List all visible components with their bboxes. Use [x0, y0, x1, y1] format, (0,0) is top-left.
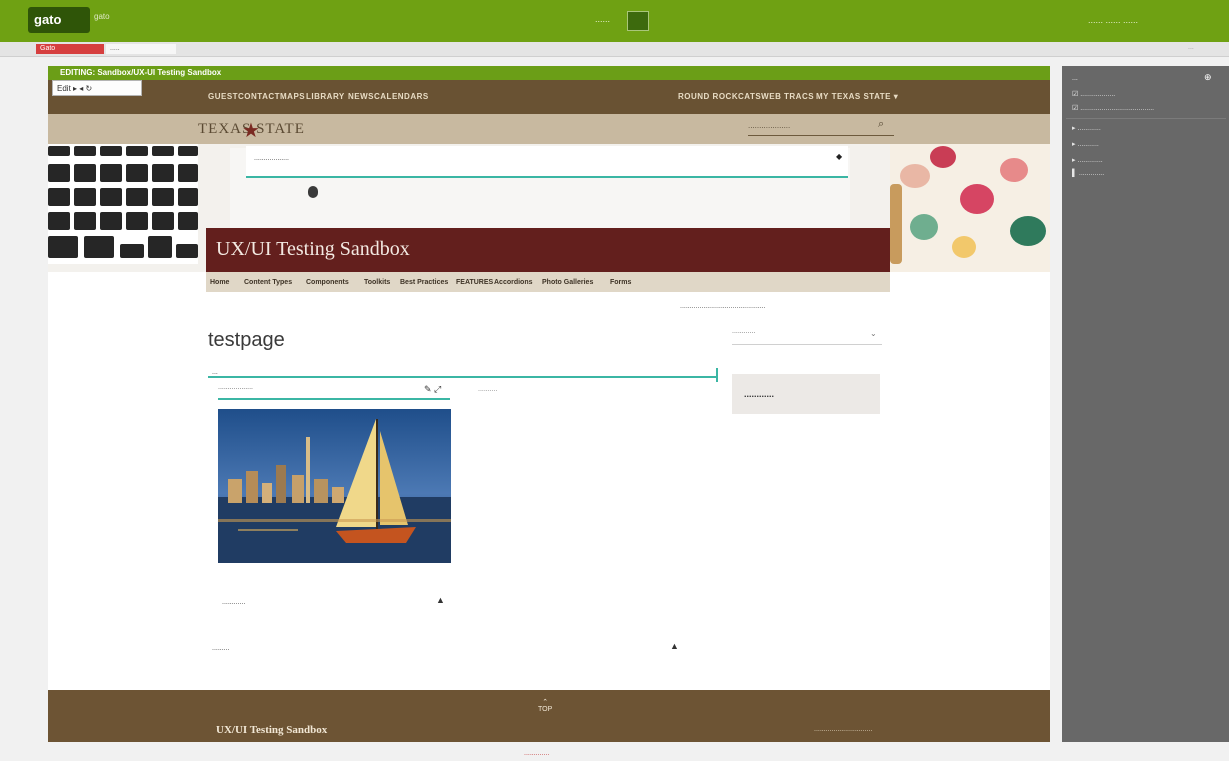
site-title[interactable]: UX/UI Testing Sandbox — [216, 238, 410, 261]
main-nav-item[interactable]: Home — [210, 279, 229, 286]
field-menu-icon[interactable]: ◆ — [836, 152, 842, 161]
area-outline — [208, 376, 718, 378]
tab-strip: Gato ..... ... — [0, 42, 1229, 57]
page-title: testpage — [208, 329, 285, 351]
main-nav-item[interactable]: Components — [306, 279, 349, 286]
footer-links[interactable]: .............................. — [814, 726, 872, 733]
main-nav-item[interactable]: Best Practices — [400, 279, 448, 286]
chevron-up-icon[interactable]: ▲ — [436, 595, 445, 605]
accordion-header[interactable]: ............ — [222, 599, 245, 606]
main-nav-item[interactable]: Forms — [610, 279, 631, 286]
utility-nav-item[interactable]: ROUND ROCK — [678, 92, 738, 101]
panel-item[interactable]: ▸ ............ — [1072, 124, 1101, 132]
utility-nav-item[interactable]: LIBRARY — [306, 92, 345, 101]
edit-controls[interactable]: Edit ▸ ◂ ↻ — [52, 80, 142, 96]
keyboard-image — [48, 144, 198, 264]
apple-logo-icon — [308, 186, 318, 198]
floral-notebook-image — [890, 144, 1050, 272]
panel-item[interactable]: ▸ ........... — [1072, 140, 1099, 148]
back-to-top-link[interactable]: ⌃ TOP — [538, 698, 552, 713]
gato-logo[interactable]: gato — [28, 7, 90, 33]
back-to-top-label: TOP — [538, 706, 553, 713]
app-header: gato gato ...... ...... ...... ...... — [0, 0, 1229, 42]
utility-nav-item[interactable]: MY TEXAS STATE ▾ — [816, 92, 898, 101]
header-user-menu[interactable]: ...... ...... ...... — [1088, 15, 1138, 25]
hero-edit-field[interactable] — [246, 146, 848, 178]
footer-site-title[interactable]: UX/UI Testing Sandbox — [216, 724, 327, 736]
chevron-up-icon: ⌃ — [542, 699, 549, 706]
edit-icon[interactable]: ✎ ⤢ — [424, 384, 441, 395]
bottom-status-link[interactable]: ............. — [524, 750, 549, 757]
sidebar-box-label: ............ — [744, 389, 775, 399]
hero-field-label: .................. — [254, 155, 290, 162]
main-nav-item[interactable]: Accordions — [494, 279, 533, 286]
star-icon: ★ — [242, 120, 260, 142]
chevron-down-icon[interactable]: ⌄ — [870, 329, 877, 338]
main-nav-item[interactable]: Toolkits — [364, 279, 390, 286]
chevron-up-icon[interactable]: ▲ — [670, 641, 679, 651]
panel-item[interactable]: ☑ ...................................... — [1072, 104, 1154, 112]
page-preview-frame: EDITING: Sandbox/UX-UI Testing Sandbox E… — [48, 66, 1050, 742]
sailboat-photo — [218, 409, 451, 563]
add-component-field[interactable]: .......... — [478, 386, 497, 393]
utility-nav — [48, 80, 1050, 114]
tab-page[interactable]: ..... — [106, 44, 176, 54]
search-icon[interactable]: ⌕ — [878, 118, 884, 131]
accordion-header[interactable]: ......... — [212, 645, 230, 652]
main-nav-item[interactable]: Content Types — [244, 279, 292, 286]
panel-divider — [1066, 118, 1226, 119]
top-links[interactable]: ........................................… — [680, 303, 766, 310]
utility-nav-item[interactable]: MAPS — [280, 92, 305, 101]
utility-nav-item[interactable]: TRACS — [784, 92, 814, 101]
main-nav-item[interactable]: Photo Galleries — [542, 279, 593, 286]
editing-bar: EDITING: Sandbox/UX-UI Testing Sandbox — [48, 66, 1050, 80]
logo-subtitle: gato — [94, 12, 110, 21]
utility-nav-item[interactable]: CALENDARS — [374, 92, 429, 101]
image-component-field[interactable]: .................. — [218, 384, 450, 400]
area-label: ... — [212, 369, 218, 376]
area-outline-edge — [716, 368, 718, 382]
close-icon[interactable]: ⊕ — [1204, 72, 1212, 83]
panel-title: ... — [1072, 75, 1078, 82]
utility-nav-item[interactable]: CATSWEB — [738, 92, 781, 101]
tabstrip-menu[interactable]: ... — [1188, 44, 1194, 51]
sidebar-select[interactable]: ............ — [732, 328, 882, 345]
utility-nav-item[interactable]: NEWS — [348, 92, 374, 101]
tab-gato[interactable]: Gato — [36, 44, 104, 54]
main-nav-item[interactable]: FEATURES — [456, 279, 493, 286]
header-center-text: ...... — [595, 14, 611, 24]
grid-icon[interactable] — [627, 11, 649, 31]
panel-item[interactable]: ☑ .................. — [1072, 90, 1115, 98]
panel-item[interactable]: ▸ ............. — [1072, 156, 1103, 164]
panel-item[interactable]: ▌ ............. — [1072, 170, 1104, 177]
search-input[interactable]: ................... — [748, 121, 894, 136]
utility-nav-item[interactable]: CONTACT — [238, 92, 280, 101]
properties-panel — [1062, 66, 1229, 742]
utility-nav-item[interactable]: GUEST — [208, 92, 238, 101]
